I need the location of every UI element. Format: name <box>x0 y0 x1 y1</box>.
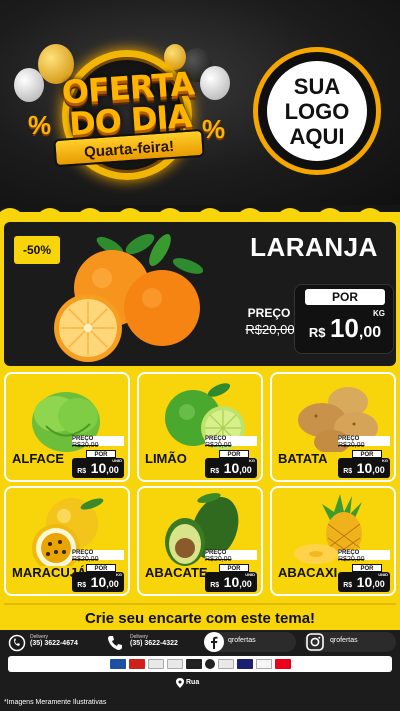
current-price: R$ 10,00 <box>308 313 382 343</box>
por-label: POR <box>219 450 249 458</box>
unit-label: UNID <box>378 572 388 577</box>
instagram-icon <box>306 633 324 651</box>
por-label: POR <box>305 289 385 305</box>
product-name: LARANJA <box>250 232 378 262</box>
whatsapp-contact[interactable]: Delivery (35) 3622-4674 <box>30 634 78 647</box>
cta-banner[interactable]: Crie seu encarte com este tema! <box>4 603 396 631</box>
price-box: PREÇO R$20,00 POR R$ 10,00 KG <box>72 550 124 592</box>
preco-label: PREÇO <box>247 306 291 320</box>
disclaimer: *Imagens Meramente Ilustrativas <box>4 699 107 706</box>
whatsapp-icon[interactable] <box>8 634 26 652</box>
card-logo <box>255 659 272 669</box>
card-logo <box>217 659 234 669</box>
por-label: POR <box>86 450 116 458</box>
featured-product[interactable]: -50% LARANJA PREÇO R$20,00 POR KG R$ 10,… <box>4 222 396 366</box>
card-logo <box>274 659 291 669</box>
card-logo <box>166 659 183 669</box>
por-label: POR <box>219 564 249 572</box>
orange-image <box>54 233 204 362</box>
product-card[interactable]: ALFACE PREÇO R$20,00 POR R$ 10,00 UNID <box>4 372 130 482</box>
por-label: POR <box>86 564 116 572</box>
price-box: PREÇO R$20,00 POR R$ 10,00 UNID <box>338 550 390 592</box>
price-box: PREÇO R$20,00 POR R$ 10,00 UNID <box>205 550 257 592</box>
unit-label: UNID <box>112 458 122 463</box>
old-price: R$20,00 <box>72 556 99 563</box>
unit-label: UNID <box>245 572 255 577</box>
header: OFERTA DO DIA Quarta-feira! % % SUA LOGO… <box>0 0 400 205</box>
instagram-handle: qrofertas <box>330 637 358 644</box>
card-logo <box>128 659 145 669</box>
card-logo <box>236 659 253 669</box>
product-name: BATATA <box>278 451 328 466</box>
unit-label: KG <box>382 458 388 463</box>
facebook-icon <box>204 632 224 652</box>
price-box: PREÇO R$20,00 POR R$ 10,00 KG <box>205 436 257 478</box>
product-name: LIMÃO <box>145 451 187 466</box>
old-price: R$20,00 <box>205 442 232 449</box>
location-pin-icon <box>176 678 184 688</box>
por-label: POR <box>352 564 382 572</box>
logo-text: SUA LOGO AQUI <box>284 73 350 149</box>
product-card[interactable]: ABACATE PREÇO R$20,00 POR R$ 10,00 UNID <box>137 486 263 596</box>
facebook-link[interactable]: qrofertas <box>204 632 296 652</box>
price-box: PREÇO R$20,00 POR R$ 10,00 KG <box>338 436 390 478</box>
phone-contact[interactable]: Delivery (35) 3622-4322 <box>130 634 178 647</box>
phone-icon[interactable] <box>106 634 124 652</box>
payment-methods <box>8 656 392 672</box>
address: Rua <box>186 679 200 686</box>
card-logo <box>185 659 202 669</box>
product-card[interactable]: BATATA PREÇO R$20,00 POR R$ 10,00 KG <box>270 372 396 482</box>
unit-label: KG <box>249 458 255 463</box>
instagram-link[interactable]: qrofertas <box>304 632 396 652</box>
por-label: POR <box>352 450 382 458</box>
product-name: ABACAXI <box>278 565 338 580</box>
product-card[interactable]: ABACAXI PREÇO R$20,00 POR R$ 10,00 UNID <box>270 486 396 596</box>
percent-icon: % <box>28 110 52 140</box>
unit-label: KG <box>116 572 122 577</box>
product-name: ABACATE <box>145 565 208 580</box>
old-price: R$20,00 <box>205 556 232 563</box>
card-logo <box>147 659 164 669</box>
oferta-badge: OFERTA DO DIA Quarta-feira! % % <box>14 44 230 194</box>
price-box: PREÇO R$20,00 POR R$ 10,00 UNID <box>72 436 124 478</box>
old-price: R$20,00 <box>72 442 99 449</box>
logo-placeholder: SUA LOGO AQUI <box>258 52 376 170</box>
price-box: POR KG R$ 10,00 <box>294 284 394 354</box>
product-card[interactable]: LIMÃO PREÇO R$20,00 POR R$ 10,00 KG <box>137 372 263 482</box>
old-price: R$20,00 <box>338 556 365 563</box>
product-card[interactable]: MARACUJÁ PREÇO R$20,00 POR R$ 10,00 KG <box>4 486 130 596</box>
percent-icon: % <box>202 114 226 144</box>
card-logo <box>204 659 215 669</box>
product-name: ALFACE <box>12 451 64 466</box>
old-price: R$20,00 <box>245 322 295 337</box>
card-logo <box>109 659 126 669</box>
facebook-handle: qrofertas <box>228 637 256 644</box>
old-price: R$20,00 <box>338 442 365 449</box>
